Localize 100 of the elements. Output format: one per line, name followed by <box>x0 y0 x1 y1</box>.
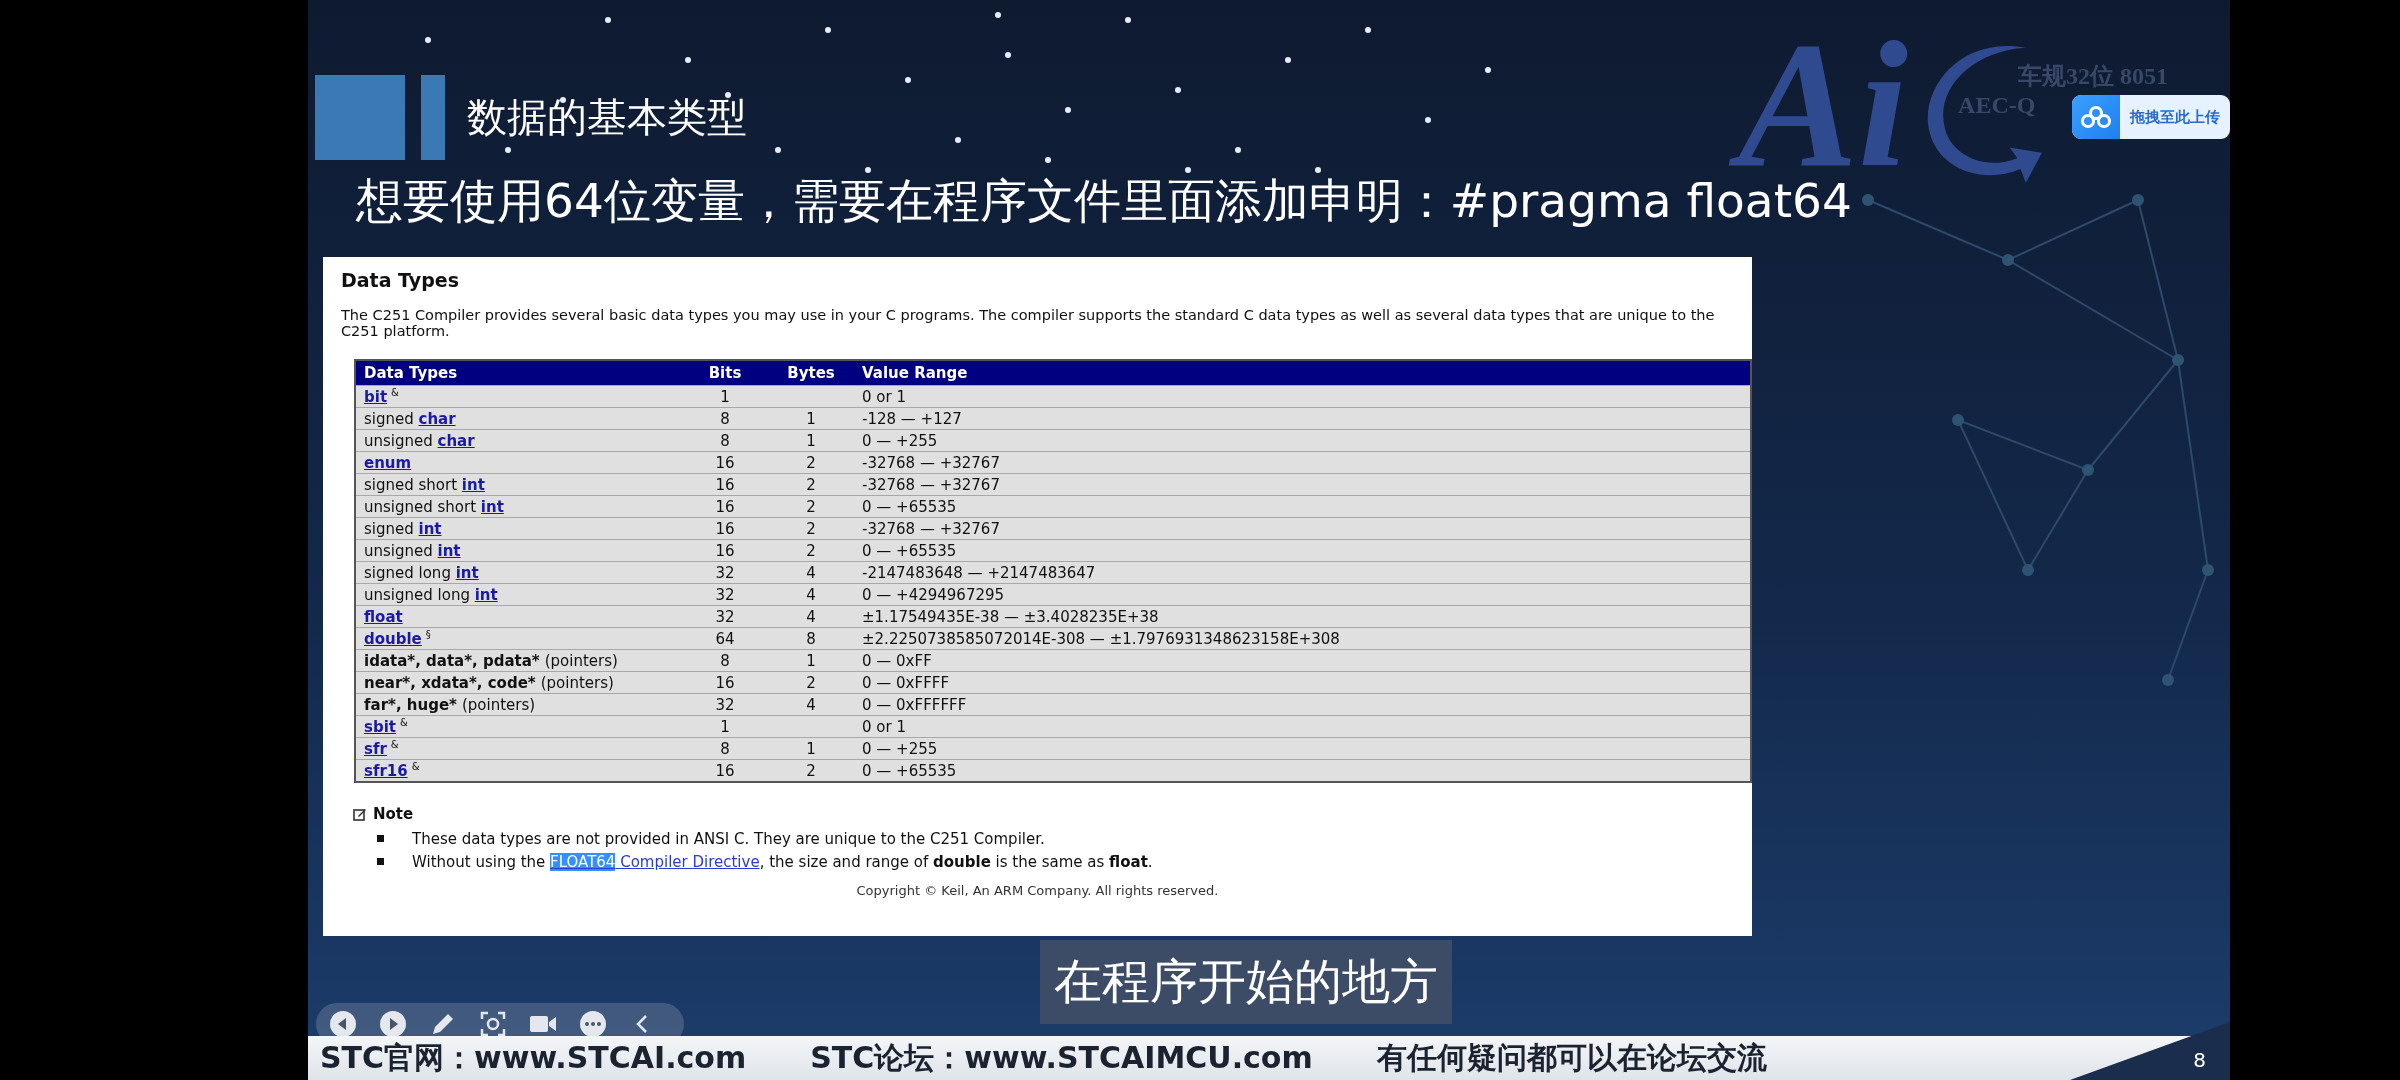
cloud-icon <box>2081 106 2111 128</box>
table-cell: 1 <box>720 717 730 736</box>
type-link[interactable]: char <box>437 431 475 450</box>
type-link[interactable]: int <box>461 475 485 494</box>
type-link[interactable]: int <box>418 519 442 538</box>
table-cell: 16 <box>715 541 735 560</box>
table-cell: 1 <box>806 739 816 758</box>
table-cell: -32768 — +32767 <box>862 475 1000 494</box>
table-cell: 16 <box>715 497 735 516</box>
table-cell: 2 <box>806 475 816 494</box>
table-cell: 4 <box>806 695 816 714</box>
table-cell: -128 — +127 <box>862 409 962 428</box>
bullet-icon <box>377 858 384 865</box>
table-cell: 32 <box>715 563 735 582</box>
intro-paragraph: The C251 Compiler provides several basic data types you may use in your C programs. The compiler supports the standard C data types as well as several data types that are unique to the C251 platform. <box>341 307 1716 339</box>
bullet-icon <box>377 835 384 842</box>
copyright-text: Copyright © Keil, An ARM Company. All rights reserved. <box>855 883 1220 898</box>
table-cell: 0 or 1 <box>862 387 906 406</box>
column-header: Bytes <box>768 360 854 386</box>
note-title: Note <box>373 805 414 823</box>
type-text: far*, huge* <box>364 695 457 714</box>
table-cell: 0 — 0xFFFF <box>862 673 949 692</box>
type-link[interactable]: sfr <box>364 740 387 758</box>
footnote-mark: & <box>411 761 420 772</box>
table-cell: 16 <box>715 453 735 472</box>
table-cell: -32768 — +32767 <box>862 453 1000 472</box>
column-header: Data Types <box>355 360 682 386</box>
table-cell: 2 <box>806 673 816 692</box>
type-link[interactable]: int <box>480 497 504 516</box>
table-cell: 4 <box>806 607 816 626</box>
type-text: near*, xdata*, code* <box>364 673 536 692</box>
table-cell: ±2.2250738585072014E-308 — ±1.7976931348623158E+308 <box>862 629 1340 648</box>
type-link[interactable]: double <box>364 630 422 648</box>
table-cell: 32 <box>715 695 735 714</box>
type-text: signed <box>364 409 415 428</box>
table-cell: 8 <box>720 651 730 670</box>
screenshot-icon[interactable] <box>478 1009 508 1039</box>
page-number: 8 <box>2193 1048 2206 1072</box>
table-cell: 2 <box>806 453 816 472</box>
table-cell: 2 <box>806 541 816 560</box>
document-title: Data Types <box>341 269 460 291</box>
type-link[interactable]: sbit <box>364 718 396 736</box>
table-cell: 0 or 1 <box>862 717 906 736</box>
table-cell: 0 — +65535 <box>862 541 957 560</box>
type-note: (pointers) <box>544 651 618 670</box>
type-link[interactable]: int <box>455 563 479 582</box>
table-cell: 16 <box>715 761 735 780</box>
slide-title: 数据的基本类型 <box>467 93 747 142</box>
table-cell: 0 — +255 <box>862 431 938 450</box>
type-link[interactable]: sfr16 <box>364 762 408 780</box>
type-link[interactable]: char <box>418 409 456 428</box>
type-text: unsigned long <box>364 585 471 604</box>
column-header: Value Range <box>854 360 1751 386</box>
footer-text: STC论坛：www.STCAIMCU.com <box>810 1038 1313 1077</box>
table-cell: 16 <box>715 475 735 494</box>
table-cell: 0 — 0xFF <box>862 651 932 670</box>
type-note: (pointers) <box>540 673 614 692</box>
table-cell: 32 <box>715 585 735 604</box>
table-cell: -32768 — +32767 <box>862 519 1000 538</box>
table-cell: 0 — +255 <box>862 739 938 758</box>
video-subtitle: 在程序开始的地方 <box>1040 940 1452 1024</box>
type-text: signed <box>364 519 415 538</box>
table-cell: 2 <box>806 497 816 516</box>
table-cell: 2 <box>806 519 816 538</box>
table-cell: 1 <box>806 651 816 670</box>
directive-link[interactable]: FLOAT64 Compiler Directive <box>550 852 760 871</box>
table-cell: 4 <box>806 585 816 604</box>
table-cell: 8 <box>720 431 730 450</box>
next-icon[interactable] <box>378 1009 408 1039</box>
table-cell: 32 <box>715 607 735 626</box>
footer-text: STC官网：www.STCAI.com <box>320 1038 747 1077</box>
type-link[interactable]: enum <box>364 453 412 472</box>
table-cell: 64 <box>715 629 735 648</box>
type-note: (pointers) <box>461 695 536 714</box>
type-text: unsigned <box>364 431 434 450</box>
type-text: signed short <box>364 475 459 494</box>
column-header: Bits <box>682 360 768 386</box>
type-link[interactable]: int <box>474 585 498 604</box>
previous-icon[interactable] <box>328 1009 358 1039</box>
footnote-mark: § <box>425 629 431 640</box>
type-link[interactable]: float <box>364 607 403 626</box>
table-cell: 8 <box>720 739 730 758</box>
type-text: idata*, data*, pdata* <box>364 651 540 670</box>
table-cell: 8 <box>720 409 730 428</box>
footnote-mark: & <box>400 717 408 728</box>
table-cell: 8 <box>806 629 816 648</box>
more-icon[interactable] <box>578 1009 608 1039</box>
type-link[interactable]: bit <box>364 388 388 406</box>
note-text: Without using the FLOAT64 Compiler Directive, the size and range of double is the same as float. <box>412 852 1153 871</box>
type-text: unsigned <box>364 541 434 560</box>
table-cell: 0 — 0xFFFFFF <box>862 695 967 714</box>
type-text: unsigned short <box>364 497 478 516</box>
table-cell: 1 <box>720 387 730 406</box>
table-cell: 0 — +65535 <box>862 761 957 780</box>
footnote-mark: & <box>391 387 399 398</box>
table-cell: 0 — +4294967295 <box>862 585 1005 604</box>
table-cell: 1 <box>806 431 816 450</box>
table-cell: 0 — +65535 <box>862 497 957 516</box>
type-link[interactable]: int <box>437 541 461 560</box>
upload-button[interactable]: 拖拽至此上传 <box>2072 95 2230 139</box>
